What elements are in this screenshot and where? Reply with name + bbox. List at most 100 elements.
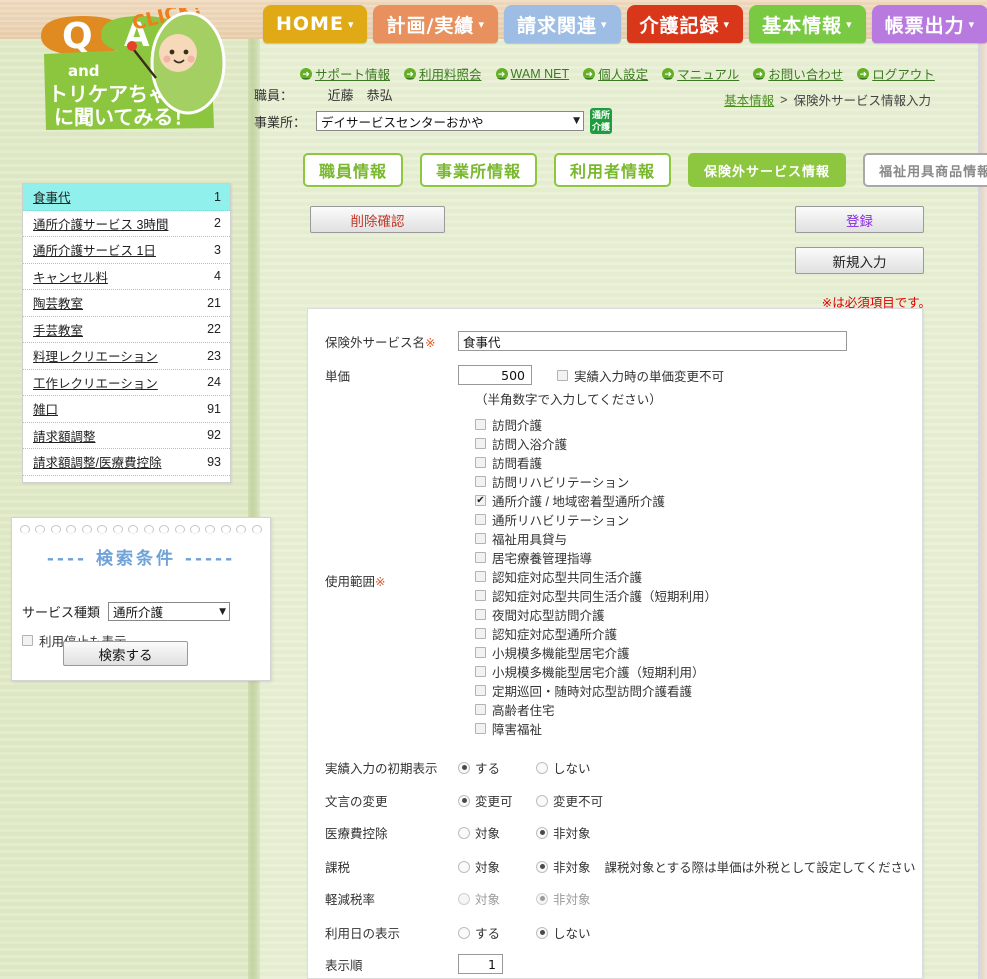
usage-range-checkbox[interactable]	[475, 723, 486, 734]
nav-tab-5[interactable]: 帳票出力 ▾	[871, 5, 987, 43]
nav-tab-2[interactable]: 請求関連 ▾	[503, 5, 621, 43]
service-type-select[interactable]: 通所介護 ▼	[108, 602, 231, 621]
unit-price-input[interactable]: 500	[458, 365, 532, 385]
usage-range-checkbox[interactable]	[475, 476, 486, 487]
show-stopped-checkbox[interactable]	[22, 635, 33, 646]
office-select[interactable]: デイサービスセンターおかや ▼	[316, 111, 584, 131]
usage-range-checkbox[interactable]	[475, 609, 486, 620]
main-navigation[interactable]: HOME ▾ 計画/実績 ▾ 請求関連 ▾ 介護記録 ▾ 基本情報 ▾ 帳票出力 ▾	[263, 5, 987, 47]
radio-button[interactable]	[458, 761, 470, 774]
usage-range-checkbox[interactable]	[475, 647, 486, 658]
display-order-input[interactable]: 1	[458, 954, 503, 974]
service-name-input[interactable]: 食事代	[458, 331, 847, 351]
usage-range-item[interactable]: 訪問リハビリテーション	[475, 472, 717, 491]
section-tabs[interactable]: 職員情報 事業所情報 利用者情報 保険外サービス情報 福祉用具商品情報	[303, 153, 987, 187]
utility-link-4[interactable]: ➜ マニュアル	[662, 64, 739, 83]
section-tab-2[interactable]: 利用者情報	[554, 153, 672, 187]
radio-button[interactable]	[536, 794, 548, 807]
section-tab-0[interactable]: 職員情報	[303, 153, 404, 187]
usage-range-checkbox[interactable]	[475, 533, 486, 544]
nav-tab-4[interactable]: 基本情報 ▾	[749, 5, 866, 43]
service-list-item[interactable]: 雑口 91	[23, 396, 230, 423]
usage-range-checkbox[interactable]	[475, 666, 486, 677]
usage-range-checkbox[interactable]	[475, 590, 486, 601]
delete-confirm-button[interactable]: 削除確認	[310, 206, 445, 233]
usage-range-checkbox[interactable]	[475, 704, 486, 715]
register-button[interactable]: 登録	[795, 206, 924, 233]
radio-button[interactable]	[536, 892, 548, 905]
usage-range-checkbox[interactable]	[475, 438, 486, 449]
usage-range-checkbox[interactable]	[475, 571, 486, 582]
service-list-item[interactable]: 請求額調整/医療費控除 93	[23, 449, 230, 476]
usage-range-item[interactable]: 通所リハビリテーション	[475, 510, 717, 529]
section-tab-3[interactable]: 保険外サービス情報	[688, 153, 847, 187]
utility-link-3[interactable]: ➜ 個人設定	[583, 64, 648, 83]
usage-range-item[interactable]: 訪問入浴介護	[475, 434, 717, 453]
usage-range-checkbox[interactable]	[475, 514, 486, 525]
settings-radio-option[interactable]: 変更不可	[536, 791, 603, 810]
settings-radio-option[interactable]: 対象	[458, 857, 514, 876]
service-list-item[interactable]: 料理レクリエーション 23	[23, 343, 230, 370]
settings-radio-option[interactable]: 対象	[458, 823, 514, 842]
settings-radio-option[interactable]: 非対象	[536, 857, 591, 876]
usage-range-item[interactable]: 居宅療養管理指導	[475, 548, 717, 567]
usage-range-item[interactable]: 認知症対応型通所介護	[475, 624, 717, 643]
settings-radio-option[interactable]: 非対象	[536, 823, 591, 842]
settings-radio-option[interactable]: する	[458, 923, 514, 942]
search-button[interactable]: 検索する	[63, 641, 188, 666]
service-list-item[interactable]: 食事代 1	[23, 184, 230, 211]
utility-link-0[interactable]: ➜ サポート情報	[300, 64, 390, 83]
radio-button[interactable]	[536, 926, 548, 939]
service-list-item[interactable]: 請求額調整 92	[23, 423, 230, 449]
nav-tab-1[interactable]: 計画/実績 ▾	[373, 5, 498, 43]
utility-links[interactable]: ➜ サポート情報 ➜ 利用料照会 ➜ WAM NET ➜ 個人設定 ➜ マニュアル ➜ お問い合わせ ➜…	[300, 64, 935, 83]
usage-range-checkbox[interactable]	[475, 552, 486, 563]
settings-radio-option[interactable]: 非対象	[536, 889, 591, 908]
service-list-item[interactable]: 工作レクリエーション 24	[23, 370, 230, 396]
radio-button[interactable]	[536, 860, 548, 873]
usage-range-item[interactable]: 小規模多機能型居宅介護	[475, 643, 717, 662]
usage-range-item[interactable]: 小規模多機能型居宅介護（短期利用）	[475, 662, 717, 681]
usage-range-item[interactable]: 福祉用具貸与	[475, 529, 717, 548]
radio-button[interactable]	[536, 761, 548, 774]
section-tab-4[interactable]: 福祉用具商品情報	[863, 153, 987, 187]
usage-range-item[interactable]: 認知症対応型共同生活介護	[475, 567, 717, 586]
utility-link-5[interactable]: ➜ お問い合わせ	[753, 64, 843, 83]
usage-range-checkbox[interactable]: ✔	[475, 495, 486, 506]
nav-tab-0[interactable]: HOME ▾	[263, 5, 368, 43]
radio-button[interactable]	[458, 826, 470, 839]
usage-range-item[interactable]: ✔ 通所介護 / 地域密着型通所介護	[475, 491, 717, 510]
utility-link-1[interactable]: ➜ 利用料照会	[404, 64, 482, 83]
new-input-button[interactable]: 新規入力	[795, 247, 924, 274]
settings-radio-option[interactable]: する	[458, 758, 514, 777]
usage-range-item[interactable]: 障害福祉	[475, 719, 717, 738]
section-tab-1[interactable]: 事業所情報	[420, 153, 538, 187]
radio-button[interactable]	[458, 794, 470, 807]
utility-link-2[interactable]: ➜ WAM NET	[495, 67, 569, 81]
usage-range-item[interactable]: 高齢者住宅	[475, 700, 717, 719]
service-list-item[interactable]: 陶芸教室 21	[23, 290, 230, 317]
settings-radio-option[interactable]: しない	[536, 758, 591, 777]
radio-button[interactable]	[458, 892, 470, 905]
service-list-item[interactable]: 手芸教室 22	[23, 317, 230, 343]
breadcrumb-parent[interactable]: 基本情報	[724, 90, 774, 109]
settings-radio-option[interactable]: しない	[536, 923, 591, 942]
nav-tab-3[interactable]: 介護記録 ▾	[626, 5, 744, 43]
settings-radio-option[interactable]: 変更可	[458, 791, 514, 810]
usage-range-checkbox[interactable]	[475, 419, 486, 430]
price-lock-checkbox[interactable]	[557, 369, 568, 381]
usage-range-checkbox[interactable]	[475, 628, 486, 639]
usage-range-checkbox[interactable]	[475, 685, 486, 696]
usage-range-item[interactable]: 認知症対応型共同生活介護（短期利用）	[475, 586, 717, 605]
settings-radio-option[interactable]: 対象	[458, 889, 514, 908]
service-list-item[interactable]: 通所介護サービス 3時間 2	[23, 211, 230, 237]
usage-range-item[interactable]: 訪問介護	[475, 415, 717, 434]
utility-link-6[interactable]: ➜ ログアウト	[857, 64, 935, 83]
usage-range-item[interactable]: 訪問看護	[475, 453, 717, 472]
service-list-item[interactable]: キャンセル料 4	[23, 264, 230, 290]
radio-button[interactable]	[458, 860, 470, 873]
service-list-item[interactable]: 通所介護サービス 1日 3	[23, 237, 230, 264]
radio-button[interactable]	[458, 926, 470, 939]
usage-range-checkbox[interactable]	[475, 457, 486, 468]
usage-range-item[interactable]: 定期巡回・随時対応型訪問介護看護	[475, 681, 717, 700]
